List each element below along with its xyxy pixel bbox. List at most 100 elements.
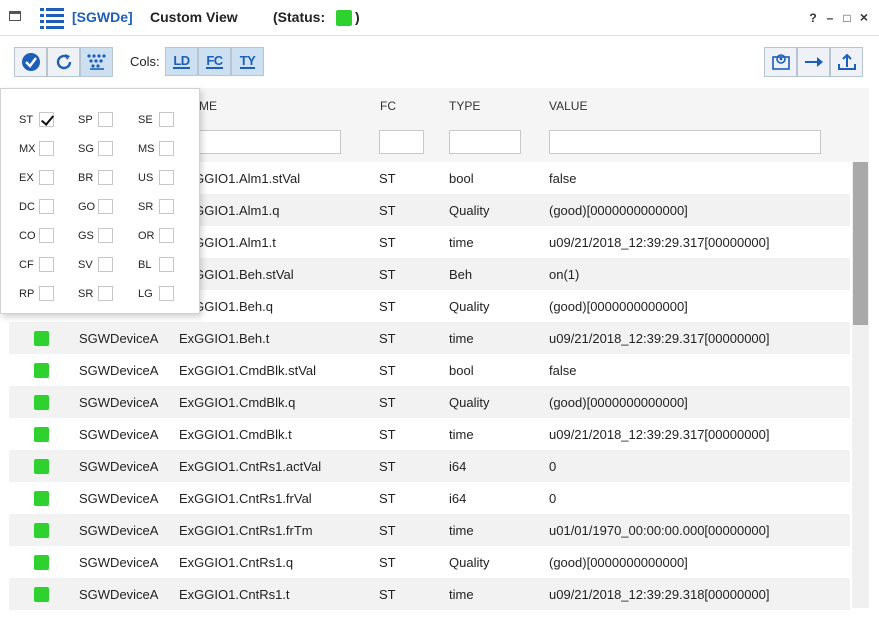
map-icon	[771, 54, 790, 70]
header-type[interactable]: TYPE	[449, 99, 480, 113]
fc-option-checkbox[interactable]	[39, 199, 54, 214]
fc-option-label: OR	[138, 230, 155, 242]
cell-type: Quality	[449, 203, 490, 218]
col-toggle-ld-label: LD	[173, 53, 190, 69]
check-circle-icon	[21, 53, 40, 71]
fc-option-label: ST	[19, 114, 34, 126]
fc-option-label: CO	[19, 230, 36, 242]
fc-filter-button[interactable]	[80, 47, 113, 77]
row-status-indicator	[34, 587, 49, 602]
table-row[interactable]: SGWDeviceA ExGGIO1.CntRs1.frTm ST time u…	[9, 514, 850, 546]
table-row[interactable]: SGWDeviceA ExGGIO1.CntRs1.actVal ST i64 …	[9, 450, 850, 482]
fc-option-checkbox[interactable]	[159, 170, 174, 185]
apply-button[interactable]	[14, 47, 47, 77]
fc-option-checkbox[interactable]	[98, 141, 113, 156]
cell-value: (good)[0000000000000]	[549, 395, 688, 410]
status-indicator	[336, 10, 352, 26]
fc-option-checkbox[interactable]	[159, 286, 174, 301]
cell-ld: SGWDeviceA	[79, 363, 159, 378]
cell-fc: ST	[379, 267, 396, 282]
anchor-icon	[837, 53, 856, 70]
table-row[interactable]: SGWDeviceA ExGGIO1.CmdBlk.q ST Quality (…	[9, 386, 850, 418]
cell-name: ExGGIO1.CmdBlk.t	[179, 427, 292, 442]
fc-option-checkbox[interactable]	[39, 257, 54, 272]
cell-name: ExGGIO1.CntRs1.frTm	[179, 523, 313, 538]
fc-option-label: LG	[138, 288, 153, 300]
name-filter-input[interactable]	[199, 130, 341, 154]
table-row[interactable]: SGWDeviceA ExGGIO1.CmdBlk.t ST time u09/…	[9, 418, 850, 450]
fc-option-label: RP	[19, 288, 35, 300]
cell-value: (good)[0000000000000]	[549, 203, 688, 218]
cell-type: time	[449, 427, 474, 442]
cell-type: Beh	[449, 267, 473, 282]
fc-option-checkbox[interactable]	[159, 257, 174, 272]
help-button[interactable]: ?	[807, 11, 819, 25]
fc-option-checkbox[interactable]	[159, 228, 174, 243]
header-fc[interactable]: FC	[380, 99, 396, 113]
cell-type: Quality	[449, 555, 490, 570]
fc-option-checkbox[interactable]	[39, 141, 54, 156]
cell-value: u09/21/2018_12:39:29.317[00000000]	[549, 427, 770, 442]
cell-ld: SGWDeviceA	[79, 555, 159, 570]
cell-name: ExGGIO1.CntRs1.t	[179, 587, 290, 602]
fc-option-checkbox[interactable]	[39, 286, 54, 301]
col-toggle-fc[interactable]: FC	[198, 47, 231, 76]
col-toggle-ld[interactable]: LD	[165, 47, 198, 76]
fc-option-checkbox[interactable]	[98, 112, 113, 127]
fc-option-checkbox[interactable]	[39, 112, 54, 127]
fc-option-checkbox[interactable]	[98, 170, 113, 185]
value-filter-input[interactable]	[549, 130, 821, 154]
cell-name: ExGGIO1.CntRs1.actVal	[179, 459, 322, 474]
fc-option-checkbox[interactable]	[98, 286, 113, 301]
row-status-indicator	[34, 395, 49, 410]
map-button[interactable]	[764, 47, 797, 77]
cell-fc: ST	[379, 523, 396, 538]
vertical-scrollbar[interactable]	[852, 162, 869, 608]
fc-option-checkbox[interactable]	[98, 199, 113, 214]
arrow-right-icon	[804, 57, 823, 67]
fc-filter-input[interactable]	[379, 130, 424, 154]
close-button[interactable]: ×	[858, 9, 870, 25]
type-filter-input[interactable]	[449, 130, 521, 154]
window-icon[interactable]	[9, 11, 21, 21]
cols-label: Cols:	[130, 54, 160, 69]
col-toggle-ty[interactable]: TY	[231, 47, 264, 76]
fc-option-checkbox[interactable]	[39, 228, 54, 243]
status-label: (Status:	[273, 9, 326, 25]
fc-option-checkbox[interactable]	[159, 141, 174, 156]
cell-type: time	[449, 523, 474, 538]
refresh-button[interactable]	[47, 47, 80, 77]
cell-name: ExGGIO1.CmdBlk.q	[179, 395, 296, 410]
fc-option-checkbox[interactable]	[98, 257, 113, 272]
fc-option-label: SE	[138, 114, 153, 126]
fc-option-checkbox[interactable]	[98, 228, 113, 243]
cell-ld: SGWDeviceA	[79, 459, 159, 474]
cell-fc: ST	[379, 459, 396, 474]
cell-ld: SGWDeviceA	[79, 427, 159, 442]
fc-option-label: MS	[138, 143, 155, 155]
fc-option-label: MX	[19, 143, 36, 155]
header-value[interactable]: VALUE	[549, 99, 587, 113]
table-row[interactable]: SGWDeviceA ExGGIO1.CntRs1.t ST time u09/…	[9, 578, 850, 610]
table-row[interactable]: SGWDeviceA ExGGIO1.CntRs1.q ST Quality (…	[9, 546, 850, 578]
scrollbar-thumb[interactable]	[853, 162, 868, 325]
cell-type: i64	[449, 491, 467, 506]
fc-option-label: DC	[19, 201, 35, 213]
fc-option-checkbox[interactable]	[39, 170, 54, 185]
table-row[interactable]: SGWDeviceA ExGGIO1.CmdBlk.stVal ST bool …	[9, 354, 850, 386]
fc-option-checkbox[interactable]	[159, 112, 174, 127]
table-row[interactable]: SGWDeviceA ExGGIO1.Beh.t ST time u09/21/…	[9, 322, 850, 354]
fc-option-label: SG	[78, 143, 94, 155]
maximize-button[interactable]: □	[841, 11, 853, 25]
cell-ld: SGWDeviceA	[79, 491, 159, 506]
fc-option-label: EX	[19, 172, 34, 184]
row-status-indicator	[34, 459, 49, 474]
table-row[interactable]: SGWDeviceA ExGGIO1.CntRs1.frVal ST i64 0	[9, 482, 850, 514]
anchor-button[interactable]	[830, 47, 863, 77]
header-name[interactable]: ME	[199, 99, 217, 113]
fc-option-label: US	[138, 172, 154, 184]
minimize-button[interactable]: –	[824, 11, 836, 25]
fc-option-checkbox[interactable]	[159, 199, 174, 214]
fc-option-label: SP	[78, 114, 93, 126]
navigate-button[interactable]	[797, 47, 830, 77]
